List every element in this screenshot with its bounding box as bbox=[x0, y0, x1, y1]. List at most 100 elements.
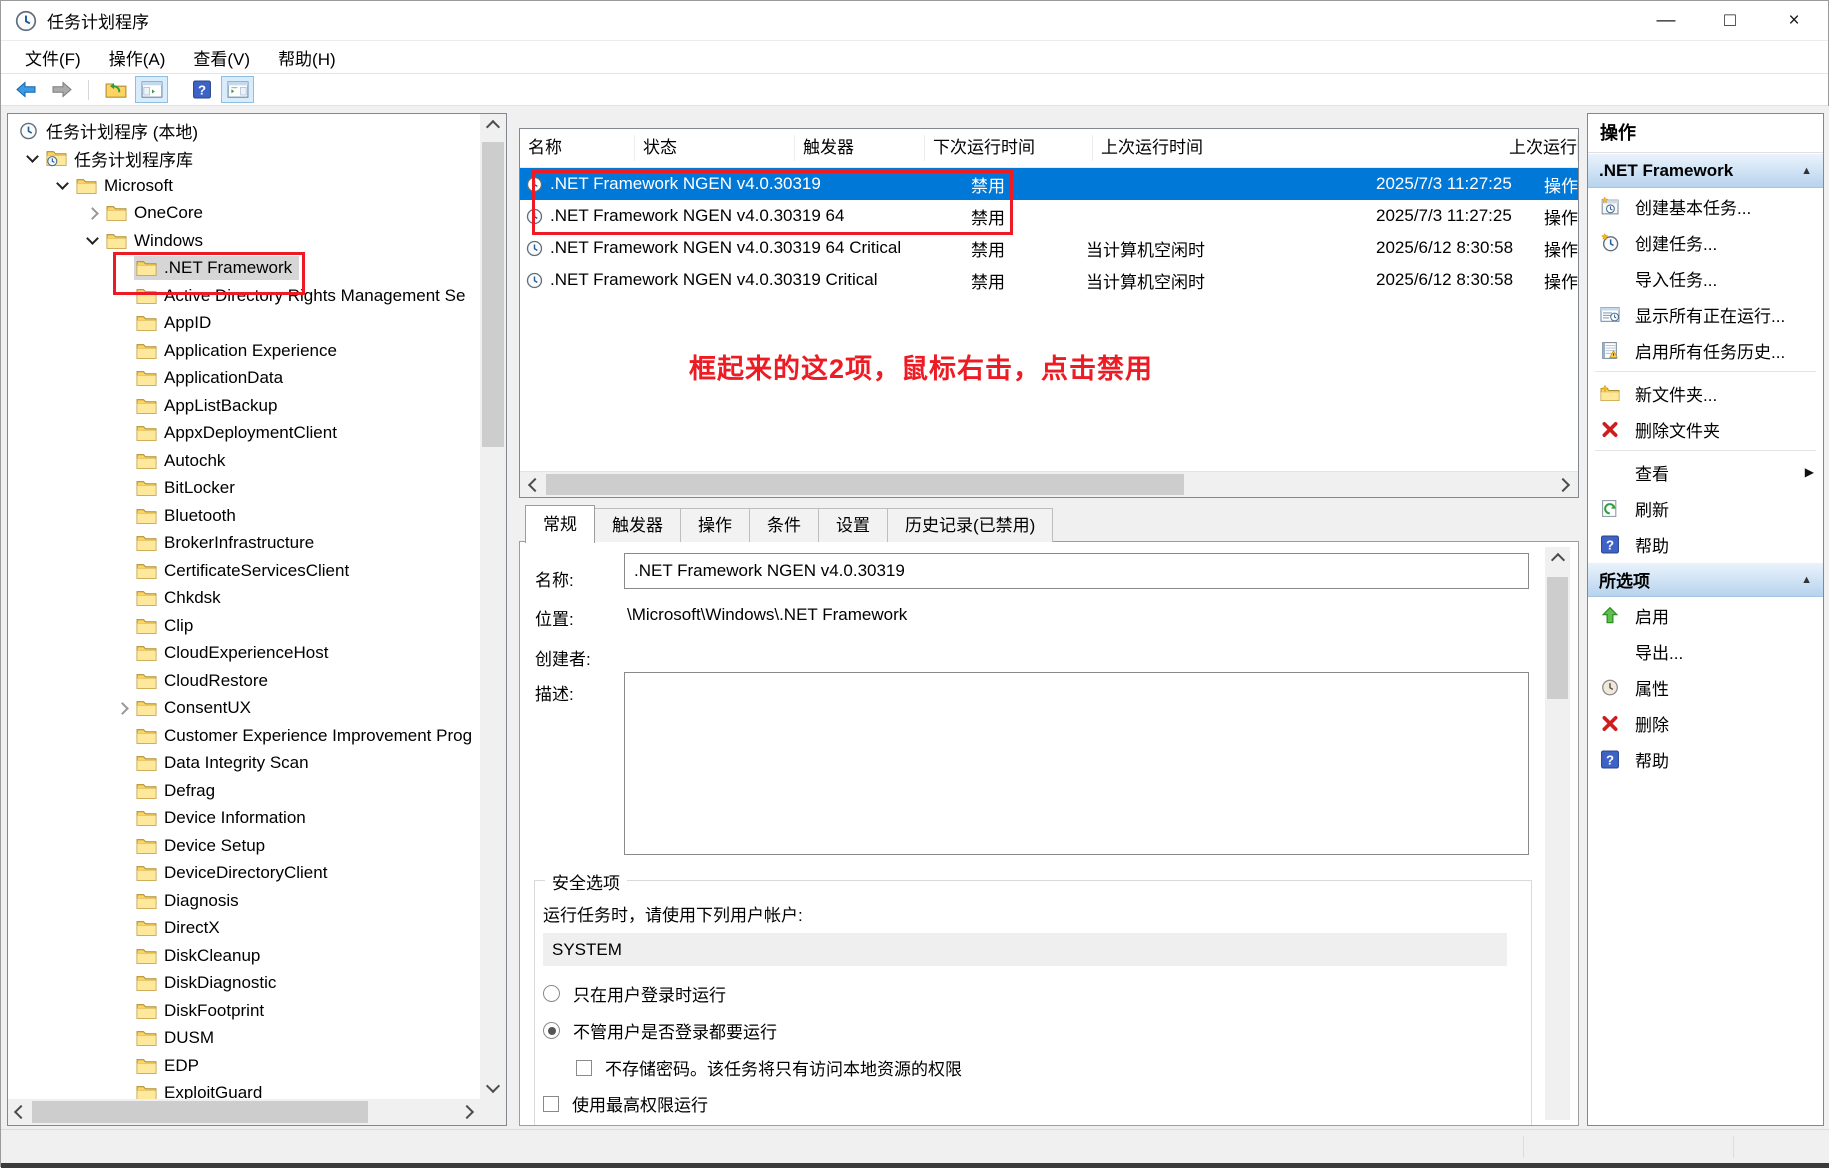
action-item[interactable]: 导入任务... bbox=[1588, 260, 1823, 296]
action-item[interactable]: 属性 bbox=[1588, 669, 1823, 705]
column-header[interactable]: 上次运行 bbox=[1501, 135, 1578, 161]
tree-node[interactable]: BrokerInfrastructure bbox=[8, 530, 480, 558]
toolbar-button[interactable] bbox=[45, 76, 78, 103]
tree-node[interactable]: DirectX bbox=[8, 915, 480, 943]
tree-horizontal-scrollbar[interactable] bbox=[8, 1099, 480, 1125]
column-header[interactable]: 触发器 bbox=[795, 135, 925, 161]
tree-node[interactable]: AppID bbox=[8, 310, 480, 338]
run-when-logged-on-option[interactable]: 只在用户登录时运行 bbox=[543, 981, 726, 1006]
menu-item[interactable]: 查看(V) bbox=[179, 45, 264, 70]
action-item[interactable]: ? 帮助 bbox=[1588, 526, 1823, 562]
run-with-highest-privileges-option[interactable]: 使用最高权限运行 bbox=[543, 1091, 708, 1116]
scroll-left-arrow[interactable] bbox=[522, 472, 548, 497]
collapse-icon[interactable] bbox=[1801, 165, 1812, 177]
checkbox-unchecked-icon[interactable] bbox=[543, 1096, 559, 1112]
user-account-field[interactable]: SYSTEM bbox=[543, 933, 1507, 966]
tree-node[interactable]: ExploitGuard bbox=[8, 1080, 480, 1100]
action-item[interactable]: 启用所有任务历史... bbox=[1588, 332, 1823, 368]
toolbar-button[interactable] bbox=[135, 76, 168, 103]
action-item[interactable]: 导出... bbox=[1588, 633, 1823, 669]
tree-node[interactable]: Defrag bbox=[8, 777, 480, 805]
expander-icon[interactable] bbox=[110, 704, 134, 713]
tab[interactable]: 常规 bbox=[525, 505, 595, 543]
expander-icon[interactable] bbox=[50, 183, 74, 188]
action-item[interactable]: 刷新 bbox=[1588, 490, 1823, 526]
toolbar-button[interactable] bbox=[221, 76, 254, 103]
column-header[interactable]: 名称 bbox=[520, 135, 635, 161]
scroll-down-arrow[interactable] bbox=[480, 1073, 506, 1099]
tree-vertical-scrollbar[interactable] bbox=[480, 114, 506, 1099]
action-item[interactable]: 新文件夹... bbox=[1588, 375, 1823, 411]
tree-node[interactable]: Clip bbox=[8, 612, 480, 640]
action-item[interactable]: 显示所有正在运行... bbox=[1588, 296, 1823, 332]
tree-node[interactable]: ApplicationData bbox=[8, 365, 480, 393]
expander-icon[interactable] bbox=[80, 209, 104, 218]
scrollbar-thumb[interactable] bbox=[482, 142, 504, 447]
maximize-button[interactable]: □ bbox=[1698, 1, 1762, 41]
tree-node[interactable]: OneCore bbox=[8, 200, 480, 228]
checkbox-unchecked-icon[interactable] bbox=[576, 1060, 592, 1076]
tree-node[interactable]: CloudExperienceHost bbox=[8, 640, 480, 668]
expander-icon[interactable] bbox=[80, 238, 104, 243]
tree-node[interactable]: ConsentUX bbox=[8, 695, 480, 723]
task-description-field[interactable] bbox=[624, 672, 1529, 855]
close-button[interactable]: × bbox=[1762, 1, 1826, 41]
tree-node[interactable]: CloudRestore bbox=[8, 667, 480, 695]
task-row[interactable]: .NET Framework NGEN v4.0.30319 64 Critic… bbox=[520, 232, 1578, 264]
action-item[interactable]: 启用 bbox=[1588, 597, 1823, 633]
tree-node[interactable]: Application Experience bbox=[8, 337, 480, 365]
tree-node[interactable]: Diagnosis bbox=[8, 887, 480, 915]
scrollbar-thumb[interactable] bbox=[32, 1101, 368, 1123]
action-item[interactable]: 查看 bbox=[1588, 454, 1823, 490]
tree-node[interactable]: DUSM bbox=[8, 1025, 480, 1053]
expander-icon[interactable] bbox=[20, 156, 44, 161]
tree-node[interactable]: BitLocker bbox=[8, 475, 480, 503]
tree-node[interactable]: EDP bbox=[8, 1052, 480, 1080]
tree-node[interactable]: CertificateServicesClient bbox=[8, 557, 480, 585]
task-name-field[interactable]: .NET Framework NGEN v4.0.30319 bbox=[624, 553, 1529, 589]
tree-node[interactable]: Autochk bbox=[8, 447, 480, 475]
tab[interactable]: 历史记录(已禁用) bbox=[887, 508, 1053, 542]
tree-node[interactable]: DiskDiagnostic bbox=[8, 970, 480, 998]
action-item[interactable]: 创建任务... bbox=[1588, 224, 1823, 260]
column-header[interactable]: 上次运行时间 bbox=[1093, 135, 1501, 161]
tab[interactable]: 设置 bbox=[818, 508, 888, 542]
tree-node[interactable]: DiskCleanup bbox=[8, 942, 480, 970]
scroll-down-arrow[interactable] bbox=[1545, 1116, 1571, 1126]
tab[interactable]: 条件 bbox=[749, 508, 819, 542]
scroll-up-arrow[interactable] bbox=[1545, 547, 1571, 573]
collapse-icon[interactable] bbox=[1801, 574, 1812, 586]
menu-item[interactable]: 文件(F) bbox=[11, 45, 95, 70]
action-item[interactable]: 创建基本任务... bbox=[1588, 188, 1823, 224]
tree-node[interactable]: DeviceDirectoryClient bbox=[8, 860, 480, 888]
menu-item[interactable]: 帮助(H) bbox=[264, 45, 350, 70]
radio-unchecked-icon[interactable] bbox=[543, 985, 560, 1002]
scroll-right-arrow[interactable] bbox=[1550, 472, 1576, 497]
tab[interactable]: 操作 bbox=[680, 508, 750, 542]
action-item[interactable]: 删除文件夹 bbox=[1588, 411, 1823, 447]
toolbar-button[interactable] bbox=[99, 76, 132, 103]
tree-node[interactable]: Microsoft bbox=[8, 172, 480, 200]
actions-section-header[interactable]: .NET Framework bbox=[1588, 153, 1823, 188]
scroll-right-arrow[interactable] bbox=[454, 1099, 480, 1125]
detail-vertical-scrollbar[interactable] bbox=[1545, 547, 1570, 1120]
scroll-up-arrow[interactable] bbox=[480, 114, 506, 140]
do-not-store-password-option[interactable]: 不存储密码。该任务将只有访问本地资源的权限 bbox=[576, 1055, 962, 1080]
scrollbar-thumb[interactable] bbox=[546, 474, 1184, 495]
scrollbar-thumb[interactable] bbox=[1547, 577, 1568, 699]
tree-node[interactable]: Device Information bbox=[8, 805, 480, 833]
tree-node[interactable]: AppxDeploymentClient bbox=[8, 420, 480, 448]
radio-checked-icon[interactable] bbox=[543, 1022, 560, 1039]
selected-item-section-header[interactable]: 所选项 bbox=[1588, 562, 1823, 597]
column-header[interactable]: 状态 bbox=[635, 135, 795, 161]
task-list-horizontal-scrollbar[interactable] bbox=[520, 471, 1578, 497]
tab[interactable]: 触发器 bbox=[594, 508, 681, 542]
scroll-left-arrow[interactable] bbox=[8, 1099, 34, 1125]
minimize-button[interactable]: — bbox=[1634, 1, 1698, 41]
tree-node[interactable]: DiskFootprint bbox=[8, 997, 480, 1025]
tree-node[interactable]: Windows bbox=[8, 227, 480, 255]
tree-node[interactable]: Data Integrity Scan bbox=[8, 750, 480, 778]
tree-node[interactable]: Bluetooth bbox=[8, 502, 480, 530]
toolbar-button[interactable] bbox=[9, 76, 42, 103]
menu-item[interactable]: 操作(A) bbox=[95, 45, 180, 70]
